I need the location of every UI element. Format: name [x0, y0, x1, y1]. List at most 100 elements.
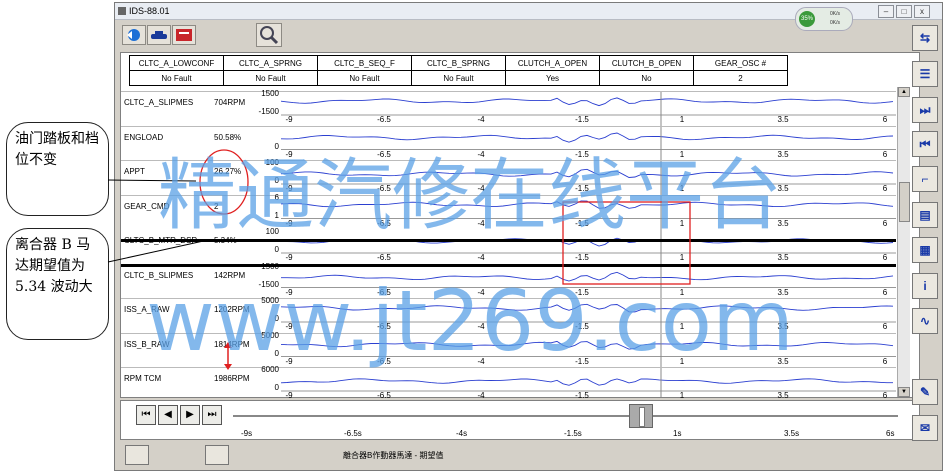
waveform-icon: ∿	[919, 314, 931, 328]
row-time-tick: -4	[477, 115, 485, 124]
row-time-tick: 6	[882, 149, 888, 159]
callout-clutch-b: 离合器 B 马达期望值为 5.34 波动大	[6, 228, 109, 340]
minimize-button[interactable]: –	[878, 5, 894, 18]
pid-select-button[interactable]: ▤	[912, 202, 938, 228]
row-time-tick: 1	[679, 218, 685, 228]
datalogger-plot: CLTC_A_LOWCONF CLTC_A_SPRNG CLTC_B_SEQ_F CL…	[120, 52, 920, 400]
row-pid-name[interactable]: GEAR_CMD	[124, 202, 169, 211]
row-pid-value: 5.34%	[214, 236, 237, 245]
row-time-tick: -6.5	[377, 253, 391, 262]
row-time-tick: -6.5	[377, 115, 391, 124]
time-axis-label: 6s	[886, 429, 895, 438]
back-arrow-icon	[127, 29, 140, 41]
row-pid-name[interactable]: CLTC_A_SLIPMES	[124, 98, 193, 107]
row-y-min: 0	[274, 348, 279, 358]
time-slider-thumb[interactable]	[629, 404, 653, 428]
first-button[interactable]: ⏮	[136, 405, 156, 425]
time-axis-label: -4s	[456, 429, 468, 438]
row-trace	[280, 168, 894, 178]
scroll-up-arrow[interactable]: ▲	[898, 87, 910, 97]
row-time-tick: -6.5	[377, 391, 391, 400]
prev-button[interactable]: ◀	[158, 405, 178, 425]
row-separator	[121, 160, 896, 161]
skip-forward-icon: ⏭	[919, 103, 931, 117]
row-separator	[121, 194, 896, 196]
row-pid-name[interactable]: APPT	[124, 167, 145, 176]
row-time-tick: 3.5	[777, 218, 789, 228]
row-time-tick: -6.5	[377, 322, 391, 331]
row-y-max: 6	[274, 192, 279, 202]
row-y-max: 1500	[261, 89, 279, 98]
trigger-button[interactable]: ⌐	[912, 166, 938, 192]
row-time-tick: 3.5	[777, 322, 789, 331]
row-time-tick: 1	[679, 391, 685, 400]
row-time-tick: -6.5	[377, 184, 391, 193]
callout-pedal-gear: 油门踏板和档位不变	[6, 122, 109, 216]
row-pid-name[interactable]: CLTC_B_SLIPMES	[124, 271, 193, 280]
row-pid-name[interactable]: ISS_A_RAW	[124, 305, 170, 314]
report-icon[interactable]	[125, 445, 149, 465]
row-time-tick: -4	[477, 356, 485, 366]
maximize-button[interactable]: □	[896, 5, 912, 18]
graph-config-button[interactable]: ▦	[912, 237, 938, 263]
forward-button[interactable]: ⇆	[912, 25, 938, 51]
row-time-tick: 3.5	[777, 184, 789, 193]
row-time-tick: 6	[882, 322, 888, 331]
scroll-down-arrow[interactable]: ▼	[898, 387, 910, 397]
row-pid-value: 1202RPM	[214, 305, 250, 314]
row-y-min: 0	[274, 141, 279, 151]
notes-button[interactable]: ✉	[912, 415, 938, 441]
scroll-thumb[interactable]	[899, 182, 910, 222]
row-time-tick: 1	[679, 287, 685, 297]
notes-icon: ✉	[919, 421, 931, 435]
keyboard-icon[interactable]	[205, 445, 229, 465]
edit-button[interactable]: ✎	[912, 379, 938, 405]
vehicle-button[interactable]	[147, 25, 171, 45]
row-trace	[280, 340, 894, 350]
time-slider-track[interactable]	[233, 415, 898, 417]
time-axis-label: 3.5s	[784, 429, 800, 438]
pid-list-icon: ▤	[919, 208, 931, 222]
toolbox-button[interactable]	[172, 25, 196, 45]
row-separator	[121, 125, 896, 127]
row-pid-value: 2	[214, 201, 219, 211]
row-time-tick: 6	[882, 287, 888, 297]
next-button[interactable]: ▶	[180, 405, 200, 425]
row-time-tick: 1	[679, 184, 685, 193]
row-time-tick: -9	[285, 149, 293, 159]
row-trace	[280, 378, 893, 386]
row-pid-name[interactable]: ISS_B_RAW	[124, 340, 170, 349]
row-time-tick: -1.5	[575, 115, 589, 124]
row-y-max: 100	[265, 227, 279, 236]
row-y-min: 0	[274, 383, 279, 392]
back-button[interactable]	[122, 25, 146, 45]
row-time-tick: 6	[882, 184, 888, 193]
row-pid-name[interactable]: ENGLOAD	[124, 133, 163, 142]
network-percent: 35%	[799, 11, 815, 27]
app-icon	[118, 7, 126, 15]
row-time-tick: -4	[477, 322, 485, 331]
row-separator	[121, 239, 896, 242]
skip-back-button[interactable]: ⏮	[912, 131, 938, 157]
row-trace	[281, 271, 894, 282]
waveform-button[interactable]: ∿	[912, 308, 938, 334]
row-time-tick: -9	[285, 218, 293, 228]
row-separator	[121, 91, 896, 92]
row-time-tick: -1.5	[575, 391, 589, 400]
list-button[interactable]: ☰	[912, 61, 938, 87]
upload-rate: 0K/s	[830, 11, 841, 17]
row-pid-name[interactable]: RPM TCM	[124, 374, 161, 383]
trigger-icon: ⌐	[921, 172, 929, 186]
row-time-tick: 6	[882, 391, 888, 400]
close-button[interactable]: x	[914, 5, 930, 18]
row-time-tick: 1	[679, 253, 685, 262]
vertical-scrollbar[interactable]: ▲ ▼	[897, 87, 910, 397]
row-trace	[280, 200, 894, 209]
row-pid-name[interactable]: CLTC_B_MTR_DSR	[124, 236, 197, 245]
row-time-tick: -9	[285, 287, 293, 297]
info-button[interactable]: i	[912, 273, 938, 299]
datalogger-button[interactable]	[256, 23, 282, 47]
skip-forward-button[interactable]: ⏭	[912, 97, 938, 123]
time-axis-label: -6.5s	[344, 429, 362, 438]
last-button[interactable]: ⏭	[202, 405, 222, 425]
